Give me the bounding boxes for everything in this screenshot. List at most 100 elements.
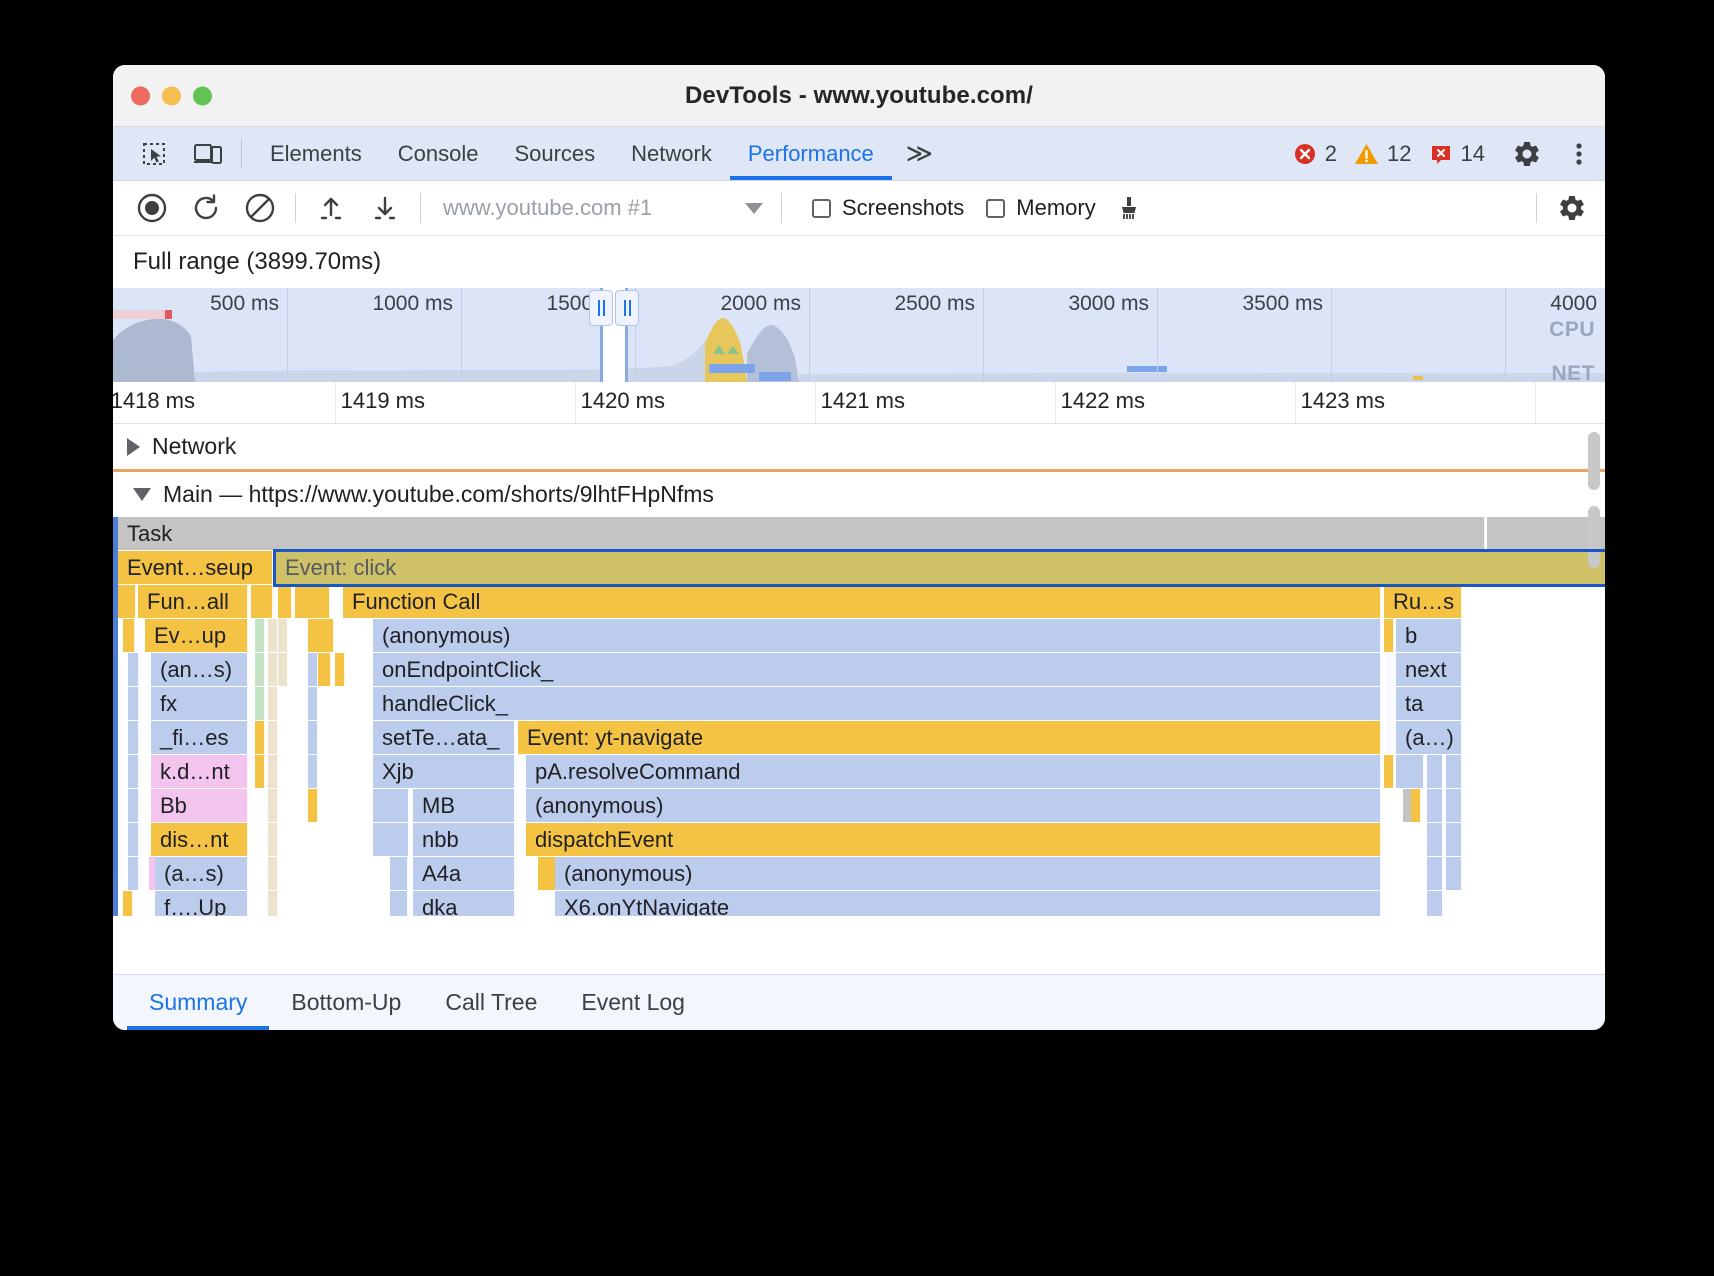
flame-bar-unlabeled[interactable] — [318, 653, 331, 686]
flame-bar-unlabeled[interactable] — [128, 721, 139, 754]
flame-bar-unlabeled[interactable] — [1427, 891, 1443, 916]
warning-counter[interactable]: 12 — [1354, 141, 1411, 167]
flame-bar[interactable]: f….Up — [155, 891, 248, 916]
checkbox-box[interactable] — [986, 199, 1005, 218]
checkbox-box[interactable] — [812, 199, 831, 218]
flame-bar[interactable]: dis…nt — [151, 823, 248, 856]
flame-bar-unlabeled[interactable] — [278, 653, 288, 686]
flame-bar-unlabeled[interactable] — [255, 653, 265, 686]
flame-bar-unlabeled[interactable] — [268, 653, 278, 686]
collect-garbage-button[interactable] — [1102, 181, 1156, 235]
flame-bar-unlabeled[interactable] — [255, 721, 265, 754]
flame-bar-unlabeled[interactable] — [373, 789, 409, 822]
flame-bar[interactable]: fx — [151, 687, 248, 720]
flame-bar-unlabeled[interactable] — [268, 789, 278, 822]
triangle-down-icon[interactable] — [133, 488, 151, 501]
flame-bar-unlabeled[interactable] — [268, 687, 278, 720]
flame-bar[interactable]: onEndpointClick_ — [373, 653, 1381, 686]
flame-row[interactable]: (an…s)onEndpointClick_next — [113, 653, 1605, 687]
flame-bar[interactable]: (a…s) — [155, 857, 248, 890]
flame-bar-unlabeled[interactable] — [308, 653, 318, 686]
flame-bar-unlabeled[interactable] — [123, 619, 135, 652]
range-handle-right-icon[interactable] — [615, 290, 639, 326]
flame-row[interactable]: Event…seupEvent: click — [113, 551, 1605, 585]
flame-bar-unlabeled[interactable] — [268, 721, 278, 754]
flame-row[interactable]: k.d…ntXjbpA.resolveCommand — [113, 755, 1605, 789]
flame-bar-unlabeled[interactable] — [1446, 857, 1462, 890]
flame-bar-unlabeled[interactable] — [128, 653, 139, 686]
screenshots-checkbox[interactable]: Screenshots — [812, 195, 964, 221]
timeline-tracks[interactable]: Network Main — https://www.youtube.com/s… — [113, 424, 1605, 916]
flame-row[interactable]: BbMB(anonymous) — [113, 789, 1605, 823]
flame-bar-unlabeled[interactable] — [1427, 789, 1443, 822]
flame-bar-unlabeled[interactable] — [255, 619, 265, 652]
error-counter[interactable]: 2 — [1293, 141, 1337, 167]
issue-counter[interactable]: 14 — [1429, 141, 1485, 167]
flame-bar[interactable]: (anonymous) — [373, 619, 1381, 652]
network-track-header[interactable]: Network — [113, 424, 1605, 469]
flame-bar-unlabeled[interactable] — [1446, 755, 1462, 788]
flame-bar[interactable]: Ru…s — [1384, 585, 1462, 618]
capture-settings-gear-icon[interactable] — [1545, 181, 1599, 235]
tab-event-log[interactable]: Event Log — [559, 975, 707, 1030]
flame-bar-unlabeled[interactable] — [308, 755, 318, 788]
flame-bar-unlabeled[interactable] — [1446, 789, 1462, 822]
flame-bar-unlabeled[interactable] — [268, 891, 278, 916]
flame-vertical-scrollbar[interactable] — [1588, 506, 1600, 568]
flame-bar-unlabeled[interactable] — [278, 585, 292, 618]
reload-and-record-button[interactable] — [179, 181, 233, 235]
flame-bar-unlabeled[interactable] — [1384, 755, 1394, 788]
tab-summary[interactable]: Summary — [127, 975, 269, 1030]
clear-recording-button[interactable] — [233, 181, 287, 235]
flame-bar-unlabeled[interactable] — [1411, 789, 1421, 822]
load-profile-button[interactable] — [304, 181, 358, 235]
flame-bar-unlabeled[interactable] — [1396, 755, 1424, 788]
flame-row[interactable]: (a…s)A4a(anonymous) — [113, 857, 1605, 891]
flame-bar-unlabeled[interactable] — [268, 619, 278, 652]
flame-bar[interactable]: Xjb — [373, 755, 515, 788]
flame-bar[interactable]: Fun…all — [138, 585, 248, 618]
flame-bar[interactable]: (anonymous) — [526, 789, 1381, 822]
minimize-window-button[interactable] — [162, 86, 181, 105]
flame-bar[interactable]: nbb — [413, 823, 515, 856]
flame-bar[interactable]: Function Call — [343, 585, 1381, 618]
flame-bar-unlabeled[interactable] — [1384, 619, 1394, 652]
flame-bar-unlabeled[interactable] — [390, 857, 408, 890]
flame-row[interactable]: f….UpdkaX6.onYtNavigate — [113, 891, 1605, 916]
flame-bar-unlabeled[interactable] — [373, 823, 409, 856]
flame-row[interactable]: _fi…essetTe…ata_Event: yt-navigate(a…) — [113, 721, 1605, 755]
flame-bar[interactable]: dispatchEvent — [526, 823, 1381, 856]
flame-bar[interactable]: ta — [1396, 687, 1462, 720]
flame-bar-unlabeled[interactable] — [308, 721, 318, 754]
flame-bar[interactable]: handleClick_ — [373, 687, 1381, 720]
devtools-settings-gear-icon[interactable] — [1501, 127, 1553, 180]
flame-bar-unlabeled[interactable] — [128, 857, 139, 890]
profile-selector[interactable]: www.youtube.com #1 — [443, 195, 763, 221]
triangle-right-icon[interactable] — [127, 438, 140, 456]
main-track-header[interactable]: Main — https://www.youtube.com/shorts/9l… — [113, 472, 1605, 517]
flame-bar-unlabeled[interactable] — [304, 585, 330, 618]
flame-bar-unlabeled[interactable] — [1427, 857, 1443, 890]
flame-bar-unlabeled[interactable] — [1386, 721, 1396, 754]
flame-bar[interactable]: next — [1396, 653, 1462, 686]
close-window-button[interactable] — [131, 86, 150, 105]
flame-bar-unlabeled[interactable] — [1427, 823, 1443, 856]
flame-bar-unlabeled[interactable] — [268, 823, 278, 856]
more-tabs-icon[interactable]: ≫ — [892, 127, 945, 180]
chevron-down-icon[interactable] — [745, 203, 763, 214]
device-toolbar-icon[interactable] — [181, 127, 235, 180]
timeline-vertical-scrollbar[interactable] — [1588, 432, 1600, 490]
flame-bar[interactable]: MB — [413, 789, 515, 822]
flame-bar-unlabeled[interactable] — [255, 687, 265, 720]
save-profile-button[interactable] — [358, 181, 412, 235]
flame-bar-unlabeled[interactable] — [268, 857, 278, 890]
flame-bar[interactable]: _fi…es — [151, 721, 248, 754]
flame-bar-unlabeled[interactable] — [390, 891, 408, 916]
flame-bar-unlabeled[interactable] — [308, 619, 334, 652]
flame-row[interactable]: Ev…up (anonymous) b — [113, 619, 1605, 653]
flame-bar-unlabeled[interactable] — [128, 687, 139, 720]
flame-bar[interactable]: Ev…up — [145, 619, 248, 652]
flame-row[interactable]: fx handleClick_ ta — [113, 687, 1605, 721]
flame-bar[interactable]: b — [1396, 619, 1462, 652]
flame-bar[interactable]: Event: click — [276, 551, 1605, 584]
